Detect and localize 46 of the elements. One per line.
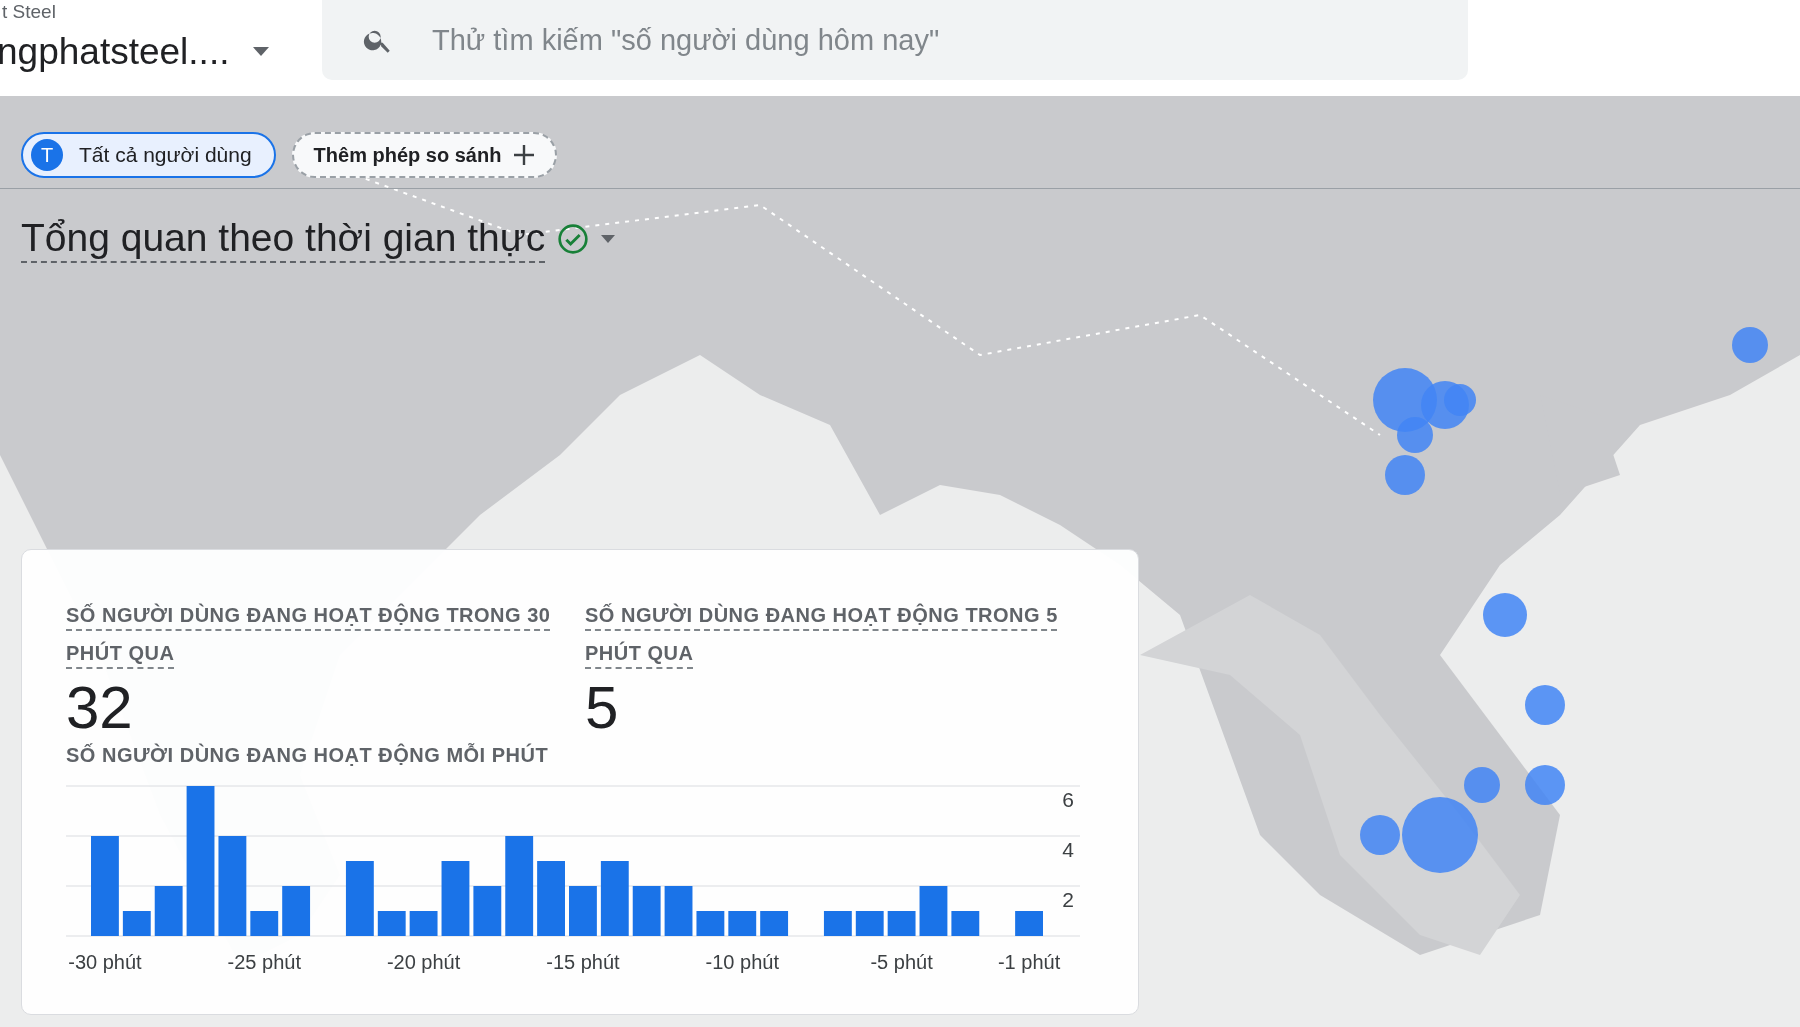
plus-icon — [513, 144, 536, 166]
bar — [887, 911, 916, 936]
bar — [282, 886, 311, 936]
x-tick-label: -10 phút — [705, 951, 779, 973]
bar — [473, 886, 502, 936]
bar — [250, 911, 279, 936]
x-tick-label: -15 phút — [546, 951, 620, 973]
bar — [823, 911, 852, 936]
search-field[interactable]: Thử tìm kiếm "số người dùng hôm nay" — [322, 0, 1468, 80]
bar — [696, 911, 725, 936]
segment-avatar: T — [31, 139, 63, 171]
metric-label: SỐ NGƯỜI DÙNG ĐANG HOẠT ĐỘNG TRONG 30 PHÚT QUA — [66, 602, 552, 666]
account-name: t Steel — [1, 0, 57, 24]
y-tick-label: 4 — [1062, 838, 1074, 861]
page-title: Tổng quan theo thời gian thực — [21, 215, 546, 263]
metric-value: 5 — [585, 678, 619, 738]
x-tick-label: -5 phút — [870, 951, 933, 973]
metric-label: SỐ NGƯỜI DÙNG ĐANG HOẠT ĐỘNG TRONG 5 PHÚT QUA — [585, 602, 1059, 666]
bar — [664, 886, 693, 936]
add-comparison-button[interactable]: Thêm phép so sánh — [291, 132, 558, 178]
bar — [569, 886, 597, 936]
y-tick-label: 2 — [1062, 888, 1074, 911]
x-tick-label: -1 phút — [997, 951, 1061, 973]
bar — [377, 911, 406, 936]
bar — [409, 911, 438, 936]
segment-chip[interactable]: T Tất cả người dùng — [21, 132, 276, 178]
bar — [760, 911, 789, 936]
chart-title: SỐ NGƯỜI DÙNG ĐANG HOẠT ĐỘNG MỖI PHÚT — [66, 742, 550, 768]
x-tick-label: -20 phút — [386, 951, 461, 973]
caret-icon — [253, 47, 270, 57]
segment-label: Tất cả người dùng — [79, 142, 252, 169]
bar — [951, 911, 980, 936]
caret-icon[interactable] — [601, 235, 616, 243]
bar — [122, 911, 151, 936]
bar — [919, 886, 948, 936]
check-circle-icon — [557, 223, 590, 255]
bar — [154, 886, 183, 936]
metric-value: 32 — [66, 678, 133, 738]
bar — [632, 886, 661, 936]
bar — [728, 911, 757, 936]
bar — [1015, 911, 1043, 936]
y-tick-label: 6 — [1062, 788, 1074, 811]
x-tick-label: -30 phút — [68, 951, 142, 973]
bar — [855, 911, 884, 936]
property-selector[interactable]: ngphatsteel.... — [0, 32, 270, 72]
x-tick-label: -25 phút — [227, 951, 301, 973]
